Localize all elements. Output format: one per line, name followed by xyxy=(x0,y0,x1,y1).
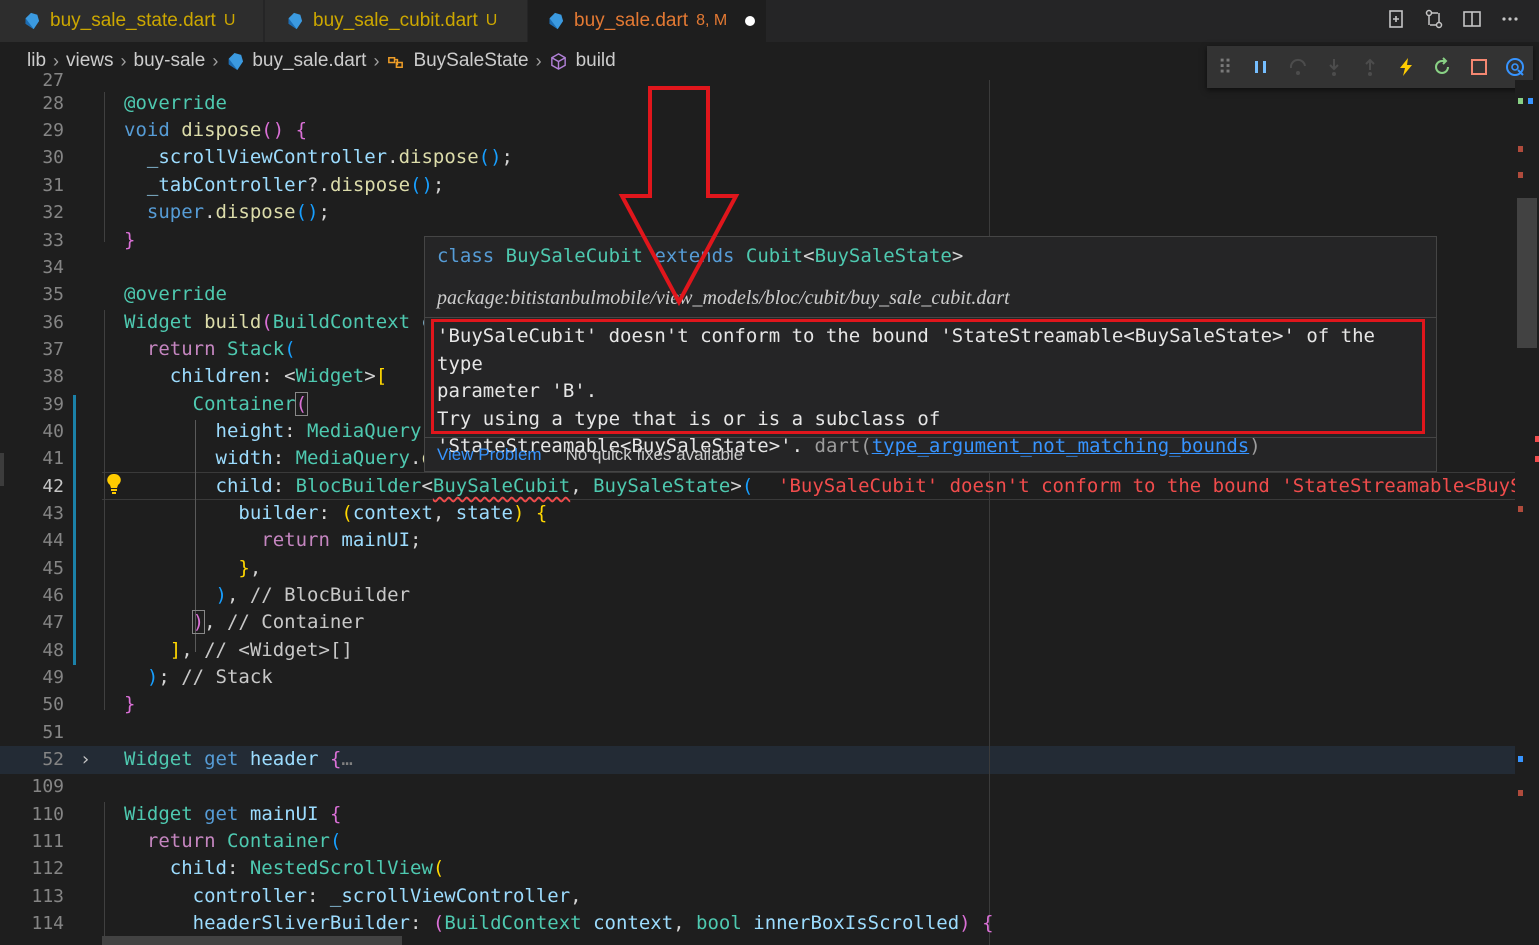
code-line[interactable]: super.dispose(); xyxy=(124,199,330,226)
minimap-marker xyxy=(1518,172,1523,178)
tab-label: buy_sale_cubit.dart xyxy=(313,10,478,31)
line-number: 44 xyxy=(42,530,64,551)
line-number: 28 xyxy=(42,93,64,114)
line-number: 51 xyxy=(42,722,64,743)
line-number: 33 xyxy=(42,230,64,251)
split-editor-icon[interactable] xyxy=(1461,8,1483,30)
line-number: 32 xyxy=(42,202,64,223)
highlight-box xyxy=(431,319,1425,434)
view-problem-link[interactable]: View Problem xyxy=(437,445,542,465)
tab-buy-sale-cubit[interactable]: buy_sale_cubit.dart U xyxy=(265,0,527,42)
tab-label: buy_sale.dart xyxy=(574,10,689,31)
tab-label: buy_sale_state.dart xyxy=(50,10,216,31)
minimap-marker xyxy=(1518,790,1523,796)
no-quick-fixes-label: No quick fixes available xyxy=(565,445,744,464)
tab-buy-sale-state[interactable]: buy_sale_state.dart U xyxy=(0,0,263,42)
code-line[interactable]: ), // Container xyxy=(124,609,364,636)
compare-changes-icon[interactable] xyxy=(1423,8,1445,30)
line-number: 113 xyxy=(31,886,64,907)
horizontal-scrollbar[interactable] xyxy=(102,936,402,945)
dart-file-icon xyxy=(25,12,40,30)
line-number: 48 xyxy=(42,640,64,661)
tab-status: U xyxy=(485,12,498,29)
code-line[interactable]: builder: (context, state) { xyxy=(124,500,547,527)
line-number: 52 xyxy=(42,749,64,770)
code-line[interactable]: } xyxy=(124,227,135,254)
line-number: 50 xyxy=(42,694,64,715)
down-arrow-icon xyxy=(618,86,740,306)
open-changes-icon[interactable] xyxy=(1385,8,1407,30)
minimap-marker xyxy=(1535,436,1539,442)
dart-file-icon xyxy=(549,12,564,30)
code-line[interactable]: Widget build(BuildContext c xyxy=(124,309,433,336)
code-line[interactable]: Container( xyxy=(124,391,309,418)
code-editor[interactable]: 27 28 @override 29 void dispose() { 30 _… xyxy=(0,70,1539,945)
line-number: 34 xyxy=(42,257,64,278)
fold-chevron-icon[interactable]: › xyxy=(80,746,91,773)
lightbulb-icon[interactable] xyxy=(106,473,122,495)
tab-status: U xyxy=(223,12,236,29)
hover-actions: View Problem No quick fixes available xyxy=(425,437,1436,472)
line-number: 47 xyxy=(42,612,64,633)
line-number: 45 xyxy=(42,558,64,579)
code-line[interactable]: child: BlocBuilder<BuySaleCubit, BuySale… xyxy=(124,473,754,500)
line-number: 110 xyxy=(31,804,64,825)
more-actions-icon[interactable] xyxy=(1499,8,1521,30)
code-line[interactable]: } xyxy=(124,691,135,718)
line-number: 46 xyxy=(42,585,64,606)
line-number: 43 xyxy=(42,503,64,524)
code-line[interactable]: height: MediaQuery. xyxy=(124,418,433,445)
code-line[interactable]: width: MediaQuery.o xyxy=(124,445,433,472)
code-line[interactable]: return Stack( xyxy=(124,336,296,363)
code-line[interactable]: _tabController?.dispose(); xyxy=(124,172,444,199)
line-number: 29 xyxy=(42,120,64,141)
line-number: 114 xyxy=(31,913,64,934)
code-line[interactable]: ], // <Widget>[] xyxy=(124,637,353,664)
code-line[interactable]: Widget get header {… xyxy=(124,746,353,773)
line-number: 35 xyxy=(42,284,64,305)
line-number: 38 xyxy=(42,366,64,387)
tab-buy-sale[interactable]: buy_sale.dart 8, M xyxy=(528,0,766,42)
code-line[interactable]: void dispose() { xyxy=(124,117,307,144)
line-number: 30 xyxy=(42,147,64,168)
code-line[interactable]: @override xyxy=(124,90,227,117)
code-line[interactable]: ), // BlocBuilder xyxy=(124,582,411,609)
tab-status: 8, M xyxy=(696,12,728,29)
divider xyxy=(425,317,1436,318)
code-line[interactable]: Widget get mainUI { xyxy=(124,801,341,828)
line-number: 42 xyxy=(42,476,64,497)
line-number: 49 xyxy=(42,667,64,688)
minimap-marker xyxy=(1535,456,1539,462)
vertical-scrollbar[interactable] xyxy=(1517,198,1537,348)
line-number: 112 xyxy=(31,858,64,879)
unsaved-dot-icon[interactable] xyxy=(745,16,756,26)
line-number: 111 xyxy=(31,831,64,852)
minimap-marker xyxy=(1518,146,1523,152)
line-number: 37 xyxy=(42,339,64,360)
code-line[interactable]: }, xyxy=(124,555,261,582)
tab-bar: buy_sale_state.dart U buy_sale_cubit.dar… xyxy=(0,0,1539,42)
minimap-marker xyxy=(1518,756,1523,762)
line-number: 39 xyxy=(42,394,64,415)
code-line[interactable]: _scrollViewController.dispose(); xyxy=(124,144,513,171)
inline-error-message: 'BuySaleCubit' doesn't conform to the bo… xyxy=(778,475,1539,497)
minimap-marker xyxy=(1528,98,1533,104)
code-line[interactable]: return Container( xyxy=(124,828,342,855)
code-line[interactable]: ); // Stack xyxy=(124,664,273,691)
line-number: 40 xyxy=(42,421,64,442)
code-line[interactable]: controller: _scrollViewController, xyxy=(124,883,582,910)
code-line[interactable]: child: NestedScrollView( xyxy=(124,855,445,882)
code-line[interactable]: headerSliverBuilder: (BuildContext conte… xyxy=(124,910,994,937)
dart-file-icon xyxy=(288,12,303,30)
line-number: 41 xyxy=(42,448,64,469)
minimap-marker xyxy=(1518,98,1523,104)
line-number: 36 xyxy=(42,312,64,333)
code-line[interactable]: children: <Widget>[ xyxy=(124,363,387,390)
minimap-marker xyxy=(1518,506,1523,512)
code-line[interactable]: return mainUI; xyxy=(124,527,421,554)
code-line[interactable]: @override xyxy=(124,281,227,308)
line-number: 109 xyxy=(31,776,64,797)
line-number: 31 xyxy=(42,175,64,196)
